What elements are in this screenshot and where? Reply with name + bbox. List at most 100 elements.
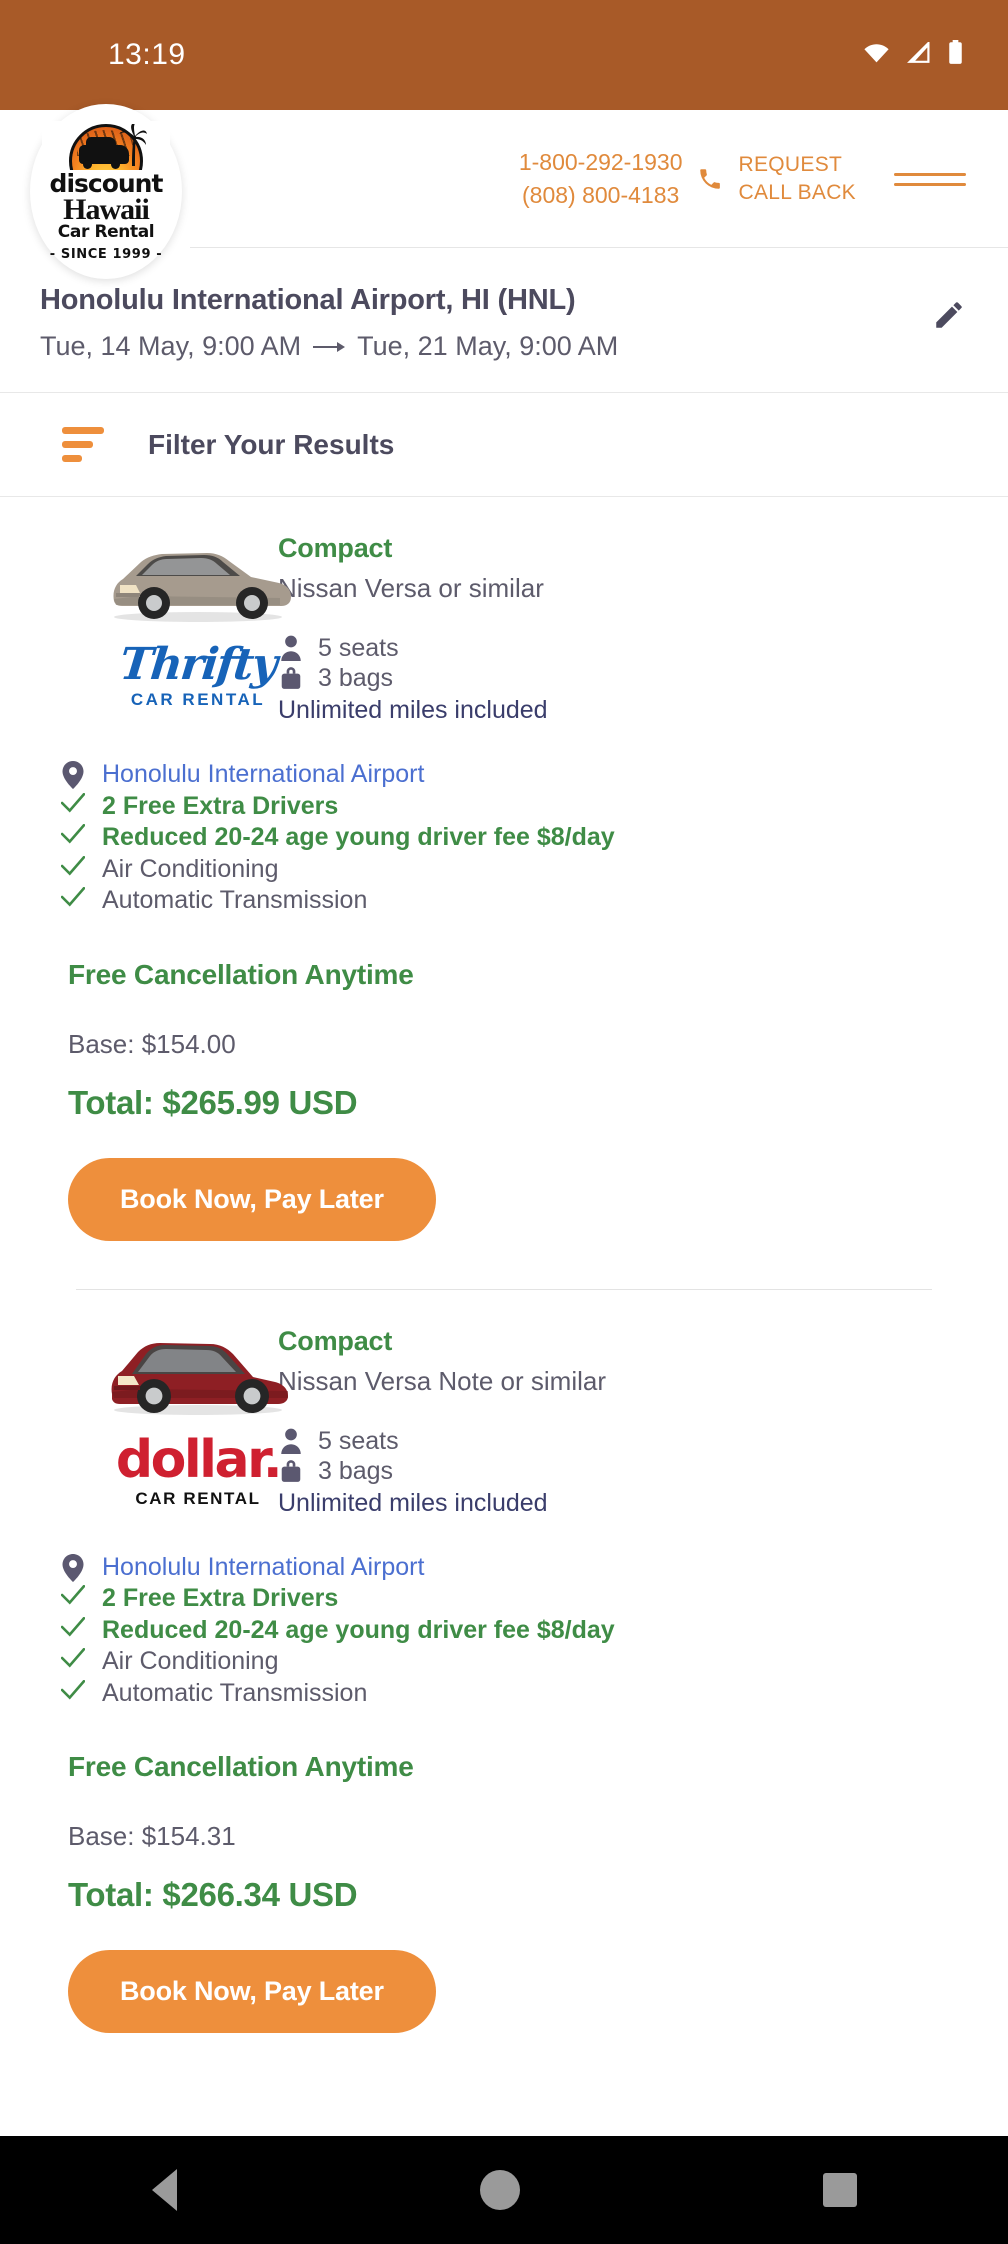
phone-numbers[interactable]: 1-800-292-1930 (808) 800-4183: [519, 146, 683, 211]
cancellation-policy: Free Cancellation Anytime: [68, 1751, 414, 1782]
check-icon: [58, 1646, 88, 1668]
map-pin-icon: [58, 1552, 88, 1582]
feature-label: Air Conditioning: [102, 1647, 279, 1675]
bags-row: 3 bags: [278, 1457, 988, 1485]
dropoff-date: Tue, 21 May, 9:00 AM: [357, 331, 619, 361]
brand-logo-badge: discount Hawaii Car Rental: [42, 120, 170, 244]
pickup-location-row[interactable]: Honolulu International Airport: [58, 1552, 1008, 1584]
palm-tree-icon: [119, 123, 147, 166]
car-image-column: Thrifty CAR RENTAL: [0, 533, 291, 725]
seats-row: 5 seats: [278, 634, 988, 662]
callback-line1: REQUEST: [738, 152, 843, 176]
android-status-bar: 13:19: [0, 0, 1008, 110]
brand-logo-line2: Hawaii: [63, 192, 150, 226]
check-icon: [58, 791, 88, 813]
filter-bars-icon: [62, 427, 104, 462]
car-result-card[interactable]: Thrifty CAR RENTAL Compact Nissan Versa …: [0, 497, 1008, 1241]
request-call-back-link[interactable]: REQUEST CALL BACK: [739, 151, 856, 208]
battery-icon: [947, 40, 964, 70]
recent-square-icon[interactable]: [822, 2173, 857, 2207]
brand-logo-line3: Car Rental: [57, 222, 155, 243]
cancellation-policy: Free Cancellation Anytime: [68, 958, 414, 990]
search-summary[interactable]: Honolulu International Airport, HI (HNL)…: [0, 248, 1008, 393]
feature-label: Automatic Transmission: [102, 886, 368, 914]
brand-logo[interactable]: discount Hawaii Car Rental - SINCE 1999 …: [30, 104, 182, 279]
feature-label: 2 Free Extra Drivers: [102, 1584, 339, 1612]
check-icon: [58, 885, 88, 907]
filter-label: Filter Your Results: [148, 428, 395, 460]
base-price: Base: $154.00: [68, 1028, 236, 1059]
car-result-card[interactable]: dollar. CAR RENTAL Compact Nissan Versa …: [0, 1290, 1008, 2033]
brand-logo-line1: discount: [49, 168, 164, 198]
bags-row: 3 bags: [278, 664, 988, 692]
feature-item: Automatic Transmission: [58, 885, 1008, 917]
status-clock: 13:19: [108, 38, 186, 71]
android-navigation-bar[interactable]: [0, 2136, 1008, 2244]
phone-primary[interactable]: 1-800-292-1930: [519, 146, 683, 179]
book-now-pay-later-button[interactable]: Book Now, Pay Later: [68, 1950, 436, 2033]
seats-label: 5 seats: [318, 1426, 399, 1455]
callback-line2: CALL BACK: [738, 181, 856, 204]
check-icon: [58, 1615, 88, 1637]
feature-label: Automatic Transmission: [102, 1678, 368, 1707]
hamburger-menu-icon[interactable]: [894, 172, 966, 186]
features-list: Honolulu International Airport 2 Free Ex…: [0, 1518, 1008, 1710]
status-icons: [863, 39, 964, 70]
feature-item: Reduced 20-24 age young driver fee $8/da…: [58, 1615, 1008, 1647]
car-info-column: Compact Nissan Versa Note or similar 5 s…: [278, 1326, 1008, 1518]
feature-item: Reduced 20-24 age young driver fee $8/da…: [58, 822, 1008, 854]
car-class: Compact: [278, 1325, 393, 1356]
feature-label: Reduced 20-24 age young driver fee $8/da…: [102, 823, 615, 851]
check-icon: [58, 1583, 88, 1605]
total-price: Total: $266.34 USD: [68, 1876, 358, 1913]
brand-name: Thrifty: [117, 639, 279, 690]
sunset-jeep-icon: [63, 123, 149, 170]
brand-name: dollar.: [115, 1429, 283, 1490]
phone-secondary[interactable]: (808) 800-4183: [519, 179, 683, 212]
back-triangle-icon[interactable]: [151, 2169, 177, 2211]
rental-brand-logo: Thrifty CAR RENTAL: [100, 639, 296, 710]
mileage-label: Unlimited miles included: [278, 1488, 548, 1517]
suitcase-icon: [278, 666, 304, 690]
header-contact-area: 1-800-292-1930 (808) 800-4183 REQUEST CA…: [519, 146, 1008, 211]
bags-label: 3 bags: [318, 664, 394, 692]
base-price: Base: $154.31: [68, 1821, 236, 1851]
search-summary-text: Honolulu International Airport, HI (HNL)…: [40, 284, 922, 362]
rental-brand-logo: dollar. CAR RENTAL: [100, 1429, 296, 1509]
car-photo: [100, 533, 296, 625]
feature-item: Air Conditioning: [58, 854, 1008, 886]
arrow-right-icon: [313, 338, 346, 356]
car-specs: 5 seats 3 bags Unlimited miles included: [278, 634, 988, 725]
seats-row: 5 seats: [278, 1427, 988, 1455]
feature-label: Air Conditioning: [102, 854, 279, 883]
pencil-edit-icon: [932, 302, 966, 336]
person-icon: [278, 1428, 304, 1454]
bags-label: 3 bags: [318, 1456, 394, 1485]
seats-label: 5 seats: [318, 634, 399, 662]
check-icon: [58, 1678, 88, 1700]
car-specs: 5 seats 3 bags Unlimited miles included: [278, 1427, 988, 1518]
edit-search-button[interactable]: [922, 284, 966, 337]
book-now-pay-later-button[interactable]: Book Now, Pay Later: [68, 1157, 436, 1241]
search-location: Honolulu International Airport, HI (HNL): [40, 284, 576, 316]
check-icon: [58, 822, 88, 844]
home-circle-icon[interactable]: [479, 2170, 520, 2210]
person-icon: [278, 635, 304, 661]
feature-item: Automatic Transmission: [58, 1678, 1008, 1710]
pickup-location-label: Honolulu International Airport: [102, 1552, 425, 1581]
mileage-label: Unlimited miles included: [278, 696, 548, 724]
filter-results-bar[interactable]: Filter Your Results: [0, 393, 1008, 497]
search-dates: Tue, 14 May, 9:00 AM Tue, 21 May, 9:00 A…: [40, 331, 922, 362]
brand-logo-since: - SINCE 1999 -: [49, 247, 163, 263]
pickup-location-row[interactable]: Honolulu International Airport: [58, 759, 1008, 791]
feature-label: Reduced 20-24 age young driver fee $8/da…: [102, 1615, 615, 1644]
suitcase-icon: [278, 1459, 304, 1483]
brand-subtitle: CAR RENTAL: [130, 690, 266, 709]
car-photo: [100, 1326, 296, 1418]
book-button-wrap: Book Now, Pay Later: [0, 1122, 1008, 1241]
feature-item: 2 Free Extra Drivers: [58, 1583, 1008, 1615]
phone-icon: [697, 166, 723, 192]
brand-subtitle: CAR RENTAL: [135, 1488, 261, 1508]
map-pin-icon: [58, 759, 88, 789]
total-price: Total: $265.99 USD: [68, 1083, 358, 1121]
